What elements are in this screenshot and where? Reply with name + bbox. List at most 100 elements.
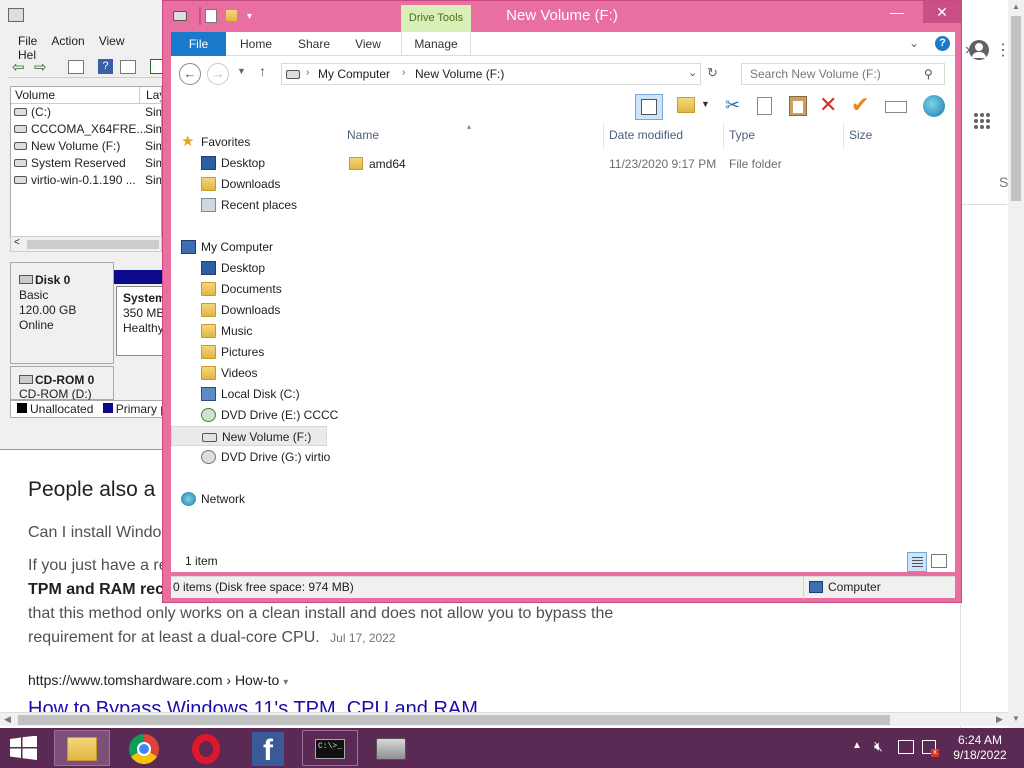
table-row[interactable]: virtio-win-0.1.190 ... Sim	[11, 172, 161, 189]
rename-icon[interactable]	[885, 101, 907, 113]
nav-fav-recent[interactable]: Recent places	[201, 195, 297, 215]
help-icon[interactable]: ?	[935, 36, 950, 51]
table-row[interactable]: (C:) Sim	[11, 104, 161, 121]
scroll-left-icon[interactable]: <	[14, 237, 20, 248]
chevron-down-icon[interactable]: ▾	[283, 677, 288, 688]
scroll-thumb[interactable]	[27, 240, 159, 249]
properties-icon[interactable]	[120, 60, 136, 74]
volume-muted-icon[interactable]: 🔇︎	[874, 738, 883, 755]
scroll-down-icon[interactable]: ▼	[1012, 714, 1020, 723]
close-button[interactable]: ✕	[923, 1, 961, 23]
up-button[interactable]: ↑	[259, 63, 266, 79]
scroll-left-icon[interactable]: ◀	[4, 714, 11, 725]
organize-icon[interactable]	[677, 97, 695, 113]
cdrom-panel[interactable]: CD-ROM 0 CD-ROM (D:)	[10, 366, 114, 401]
tab-view[interactable]: View	[346, 32, 390, 56]
tab-manage[interactable]: Manage	[401, 32, 471, 56]
clock[interactable]: 6:24 AM 9/18/2022	[950, 733, 1010, 763]
column-type[interactable]: Type	[729, 128, 755, 142]
chevron-down-icon[interactable]: ▼	[701, 99, 710, 109]
taskbar-command-prompt[interactable]: C:\>_	[302, 730, 358, 766]
table-row[interactable]: New Volume (F:) Sim	[11, 138, 161, 155]
menu-action[interactable]: Action	[51, 34, 84, 48]
avatar[interactable]	[969, 40, 989, 60]
disk-0-panel[interactable]: Disk 0 Basic 120.00 GB Online	[10, 262, 114, 364]
horizontal-scrollbar[interactable]: ◀ ▶	[0, 712, 1008, 726]
taskbar-disk-management[interactable]	[364, 730, 420, 766]
nav-fav-desktop[interactable]: Desktop	[201, 153, 265, 173]
back-arrow-icon[interactable]: ⇦	[12, 58, 25, 76]
column-date-modified[interactable]: Date modified	[609, 128, 683, 142]
scroll-thumb[interactable]	[1011, 16, 1021, 201]
details-view-icon[interactable]	[907, 552, 927, 572]
show-hidden-icons[interactable]: ▲	[852, 740, 862, 751]
help-icon[interactable]: ?	[98, 59, 113, 74]
column-layout[interactable]: Lay	[139, 87, 161, 103]
nav-fav-downloads[interactable]: Downloads	[201, 174, 280, 194]
paste-icon[interactable]	[789, 96, 807, 116]
column-volume[interactable]: Volume	[15, 87, 55, 103]
breadcrumb-new-volume[interactable]: New Volume (F:)	[415, 67, 504, 81]
list-hscroll[interactable]: <	[10, 236, 162, 252]
column-size[interactable]: Size	[849, 128, 872, 142]
delete-icon[interactable]: ✕	[819, 92, 837, 118]
nav-dvd-drive-e[interactable]: DVD Drive (E:) CCCC	[201, 405, 338, 425]
nav-desktop[interactable]: Desktop	[201, 258, 265, 278]
paa-question[interactable]: Can I install Windo	[28, 524, 161, 542]
tab-home[interactable]: Home	[231, 32, 281, 56]
table-row[interactable]: amd64 11/23/2020 9:17 PM File folder	[341, 154, 941, 174]
tab-file[interactable]: File	[171, 32, 226, 56]
table-row[interactable]: System Reserved Sim	[11, 155, 161, 172]
search-input[interactable]: Search New Volume (F:) ⚲	[741, 63, 945, 85]
tab-share[interactable]: Share	[289, 32, 339, 56]
result-url-text[interactable]: https://www.tomshardware.com › How-to	[28, 672, 279, 688]
refresh-icon[interactable]: ↻	[707, 65, 718, 81]
menu-view[interactable]: View	[99, 34, 125, 48]
minimize-button[interactable]: —	[881, 1, 913, 23]
nav-documents[interactable]: Documents	[201, 279, 282, 299]
vertical-scrollbar[interactable]: ▲ ▼	[1008, 0, 1024, 728]
table-row[interactable]: CCCOMA_X64FRE... Sim	[11, 121, 161, 138]
grid-icon[interactable]	[68, 60, 84, 74]
copy-icon[interactable]	[757, 97, 772, 115]
nav-local-disk-c[interactable]: Local Disk (C:)	[201, 384, 300, 404]
chevron-down-icon[interactable]: ⌄	[688, 66, 697, 79]
nav-my-computer[interactable]: My Computer	[181, 237, 273, 257]
search-icon[interactable]: ⚲	[924, 64, 933, 84]
nav-network[interactable]: Network	[181, 489, 245, 509]
menu-file[interactable]: File	[18, 34, 37, 48]
start-button[interactable]	[10, 735, 38, 760]
apps-grid-icon[interactable]	[973, 112, 991, 130]
taskbar-file-explorer[interactable]	[54, 730, 110, 766]
forward-button[interactable]: →	[207, 63, 229, 85]
back-button[interactable]: ←	[179, 63, 201, 85]
address-field[interactable]: › My Computer › New Volume (F:) ⌄	[281, 63, 701, 85]
scroll-up-icon[interactable]: ▲	[1012, 2, 1020, 11]
forward-arrow-icon[interactable]: ⇨	[34, 58, 47, 76]
nav-dvd-drive-g[interactable]: DVD Drive (G:) virtio	[201, 447, 330, 467]
nav-pictures[interactable]: Pictures	[201, 342, 264, 362]
check-icon[interactable]: ✔	[851, 92, 869, 118]
scroll-right-icon[interactable]: ▶	[996, 714, 1003, 725]
column-name[interactable]: Name	[347, 128, 379, 142]
cut-icon[interactable]: ✂	[725, 95, 740, 116]
preview-pane-icon[interactable]	[635, 94, 663, 120]
nav-favorites[interactable]: ★ Favorites	[181, 132, 250, 152]
nav-new-volume-f[interactable]: New Volume (F:)	[171, 426, 327, 446]
system-partition[interactable]: System 350 MB Healthy	[116, 286, 164, 356]
title-bar[interactable]: ▾ Drive Tools New Volume (F:) — □ ✕	[163, 1, 961, 32]
network-tray-icon[interactable]	[898, 740, 914, 754]
taskbar-facebook[interactable]: f	[240, 730, 296, 767]
action-center-icon[interactable]: x	[922, 740, 939, 757]
breadcrumb-my-computer[interactable]: My Computer	[318, 67, 390, 81]
recent-locations-icon[interactable]: ▼	[237, 66, 246, 76]
taskbar-opera[interactable]	[178, 730, 234, 766]
scroll-thumb[interactable]	[18, 715, 890, 725]
globe-icon[interactable]	[923, 95, 945, 117]
large-icons-view-icon[interactable]	[931, 554, 947, 568]
nav-music[interactable]: Music	[201, 321, 252, 341]
taskbar-chrome[interactable]	[116, 730, 172, 766]
nav-downloads[interactable]: Downloads	[201, 300, 280, 320]
nav-videos[interactable]: Videos	[201, 363, 257, 383]
chevron-down-icon[interactable]: ⌄	[909, 36, 919, 50]
